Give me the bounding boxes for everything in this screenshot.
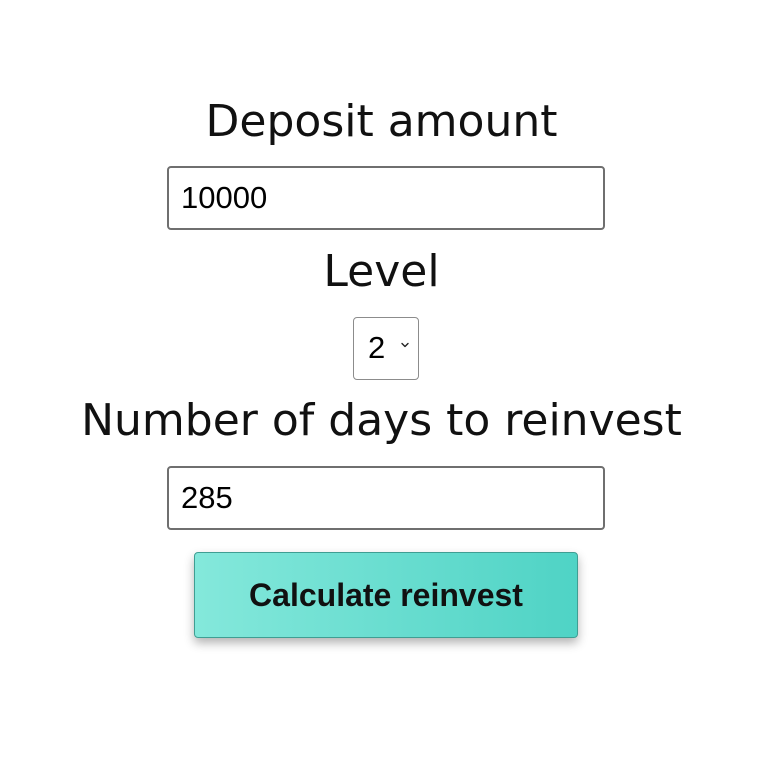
deposit-amount-input[interactable] bbox=[167, 166, 605, 230]
level-label: Level bbox=[323, 246, 440, 297]
deposit-amount-label: Deposit amount bbox=[205, 96, 558, 147]
level-select[interactable]: 2 bbox=[353, 317, 419, 380]
reinvest-calculator-form: Deposit amount Level 2 Number of days to… bbox=[0, 0, 763, 757]
chevron-down-icon bbox=[401, 342, 409, 348]
days-to-reinvest-input[interactable] bbox=[167, 466, 605, 530]
calculate-reinvest-button[interactable]: Calculate reinvest bbox=[194, 552, 578, 638]
days-to-reinvest-label: Number of days to reinvest bbox=[81, 395, 682, 446]
level-selected-value: 2 bbox=[368, 330, 386, 365]
